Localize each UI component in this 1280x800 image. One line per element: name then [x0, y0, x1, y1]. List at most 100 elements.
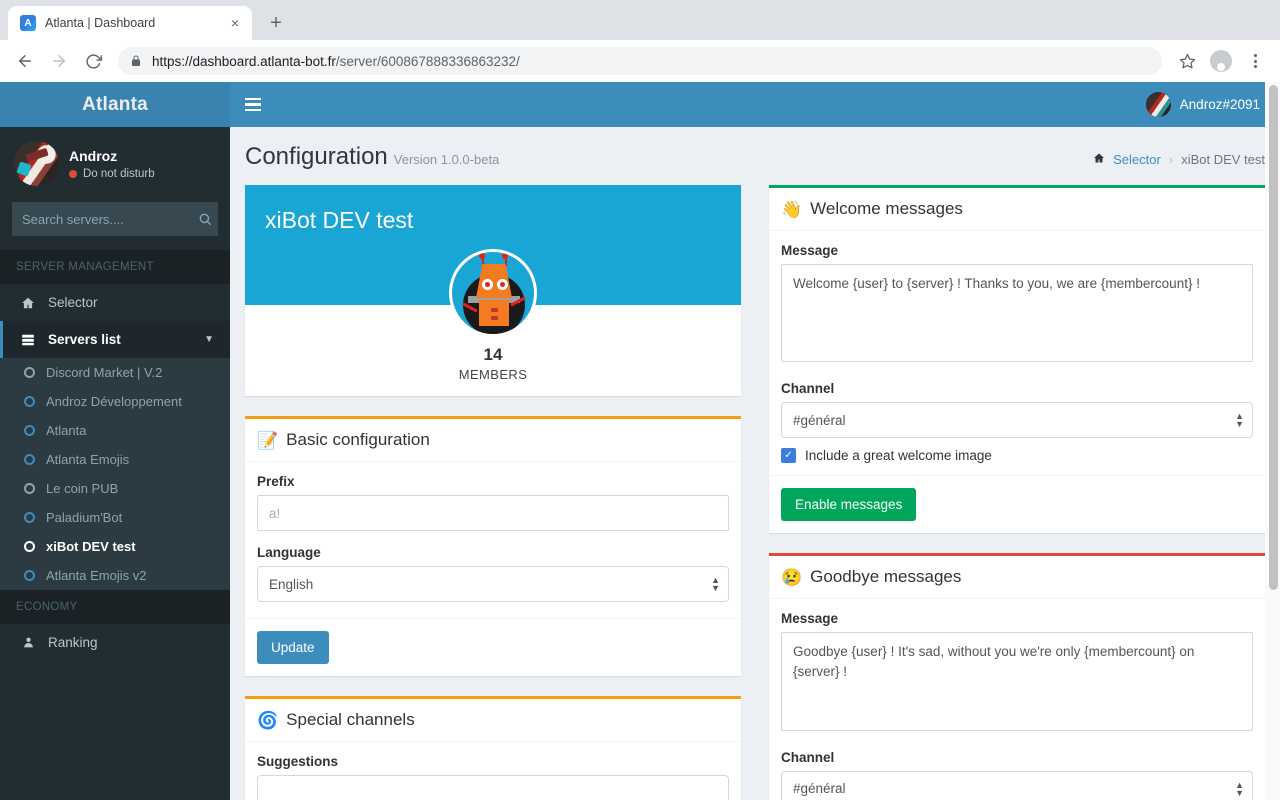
server-label: Paladium'Bot [46, 510, 122, 525]
page-scrollbar[interactable] [1265, 82, 1280, 800]
welcome-messages-panel: 👋 Welcome messages Message Welcome {user… [769, 185, 1265, 533]
url-origin: https://dashboard.atlanta-bot.fr [152, 54, 336, 69]
columns: xiBot DEV test [245, 185, 1265, 800]
breadcrumb-current: xiBot DEV test [1181, 152, 1265, 167]
panel-header: 👋 Welcome messages [769, 188, 1265, 231]
panel-body: Prefix Language English ▲▼ [245, 462, 741, 618]
breadcrumb-selector-link[interactable]: Selector [1113, 152, 1161, 167]
server-search[interactable] [12, 202, 218, 236]
nav-section-header-economy: ECONOMY [0, 590, 230, 624]
search-icon[interactable] [198, 212, 212, 226]
prefix-label: Prefix [257, 474, 729, 489]
hamburger-icon[interactable] [230, 82, 275, 127]
welcome-message-textarea[interactable]: Welcome {user} to {server} ! Thanks to y… [781, 264, 1253, 362]
waving-hand-icon: 👋 [781, 201, 802, 218]
nav-section-header-server-management: SERVER MANAGEMENT [0, 250, 230, 284]
user-icon [19, 636, 37, 649]
panel-title: Basic configuration [286, 430, 430, 450]
member-count-label: MEMBERS [245, 367, 741, 382]
goodbye-message-textarea[interactable]: Goodbye {user} ! It's sad, without you w… [781, 632, 1253, 730]
panel-body: Message Goodbye {user} ! It's sad, witho… [769, 599, 1265, 800]
list-item[interactable]: Atlanta [0, 416, 230, 445]
panel-title: Goodbye messages [810, 567, 961, 587]
prefix-input[interactable] [257, 495, 729, 531]
breadcrumb: Selector › xiBot DEV test [1093, 152, 1265, 167]
language-select[interactable]: English [257, 566, 729, 602]
suggestions-select[interactable] [257, 775, 729, 800]
server-ring-icon [24, 512, 35, 523]
panel-header: 🌀 Special channels [245, 699, 741, 742]
browser-window: A Atlanta | Dashboard × + https://dashbo… [0, 0, 1280, 800]
member-count: 14 [245, 345, 741, 365]
server-label: Discord Market | V.2 [46, 365, 162, 380]
close-icon[interactable]: × [226, 14, 244, 32]
page-title-text: Configuration [245, 143, 388, 170]
star-icon[interactable] [1172, 46, 1202, 76]
server-card-banner: xiBot DEV test [245, 185, 741, 305]
enable-messages-button[interactable]: Enable messages [781, 488, 916, 521]
panel-title: Welcome messages [810, 199, 963, 219]
server-ring-icon [24, 541, 35, 552]
server-label: Atlanta Emojis v2 [46, 568, 146, 583]
server-ring-icon [24, 396, 35, 407]
list-item[interactable]: Le coin PUB [0, 474, 230, 503]
avatar [1146, 92, 1171, 117]
profile-icon[interactable] [1206, 46, 1236, 76]
sidebar-brand[interactable]: Atlanta [0, 82, 230, 127]
sidebar-item-label: Selector [48, 295, 214, 310]
welcome-message-label: Message [781, 243, 1253, 258]
goodbye-channel-select[interactable]: #général [781, 771, 1253, 800]
page-content: ConfigurationVersion 1.0.0-beta Selector… [230, 127, 1280, 800]
sidebar-item-servers-list[interactable]: Servers list ▼ [0, 321, 230, 358]
navbar-user-name: Androz#2091 [1180, 97, 1260, 112]
navbar-user[interactable]: Androz#2091 [1146, 92, 1268, 117]
browser-tab[interactable]: A Atlanta | Dashboard × [8, 6, 252, 40]
list-item[interactable]: Atlanta Emojis v2 [0, 561, 230, 590]
address-bar[interactable]: https://dashboard.atlanta-bot.fr/server/… [118, 47, 1162, 75]
basic-configuration-panel: 📝 Basic configuration Prefix Language [245, 416, 741, 676]
panel-footer: Enable messages [769, 475, 1265, 533]
welcome-channel-select[interactable]: #général [781, 402, 1253, 438]
lock-icon [130, 55, 142, 67]
list-item[interactable]: Discord Market | V.2 [0, 358, 230, 387]
welcome-image-checkbox-row[interactable]: ✓ Include a great welcome image [781, 448, 1253, 463]
update-button[interactable]: Update [257, 631, 329, 664]
sidebar-item-ranking[interactable]: Ranking [0, 624, 230, 661]
left-column: xiBot DEV test [245, 185, 741, 800]
language-selected-value: English [269, 577, 313, 592]
forward-icon [44, 46, 74, 76]
server-list-icon [19, 333, 37, 347]
reload-icon[interactable] [78, 46, 108, 76]
list-item-active[interactable]: xiBot DEV test [0, 532, 230, 561]
goodbye-messages-panel: 😢 Goodbye messages Message Goodbye {user… [769, 553, 1265, 800]
sidebar-item-selector[interactable]: Selector [0, 284, 230, 321]
three-dot-menu-icon[interactable] [1240, 46, 1270, 76]
special-channels-panel: 🌀 Special channels Suggestions [245, 696, 741, 800]
avatar [1210, 50, 1232, 72]
server-label: Atlanta [46, 423, 86, 438]
new-tab-button[interactable]: + [262, 9, 290, 37]
memo-pencil-icon: 📝 [257, 432, 278, 449]
scrollbar-thumb[interactable] [1269, 85, 1278, 590]
top-navbar: Androz#2091 [230, 82, 1280, 127]
checkbox-icon[interactable]: ✓ [781, 448, 796, 463]
welcome-image-label: Include a great welcome image [805, 448, 992, 463]
goodbye-channel-value: #général [793, 781, 846, 796]
user-name: Androz [69, 148, 155, 164]
breadcrumb-separator: › [1169, 152, 1173, 167]
server-name: xiBot DEV test [265, 207, 721, 234]
list-item[interactable]: Androz Développement [0, 387, 230, 416]
language-label: Language [257, 545, 729, 560]
home-icon [1093, 152, 1105, 167]
server-ring-icon [24, 483, 35, 494]
atlanta-favicon-icon: A [20, 15, 36, 31]
list-item[interactable]: Atlanta Emojis [0, 445, 230, 474]
search-input[interactable] [22, 212, 198, 227]
goodbye-channel-label: Channel [781, 750, 1253, 765]
back-icon[interactable] [10, 46, 40, 76]
list-item[interactable]: Paladium'Bot [0, 503, 230, 532]
suggestions-label: Suggestions [257, 754, 729, 769]
sidebar-item-label: Servers list [48, 332, 193, 347]
server-label: Le coin PUB [46, 481, 118, 496]
home-icon [19, 296, 37, 310]
